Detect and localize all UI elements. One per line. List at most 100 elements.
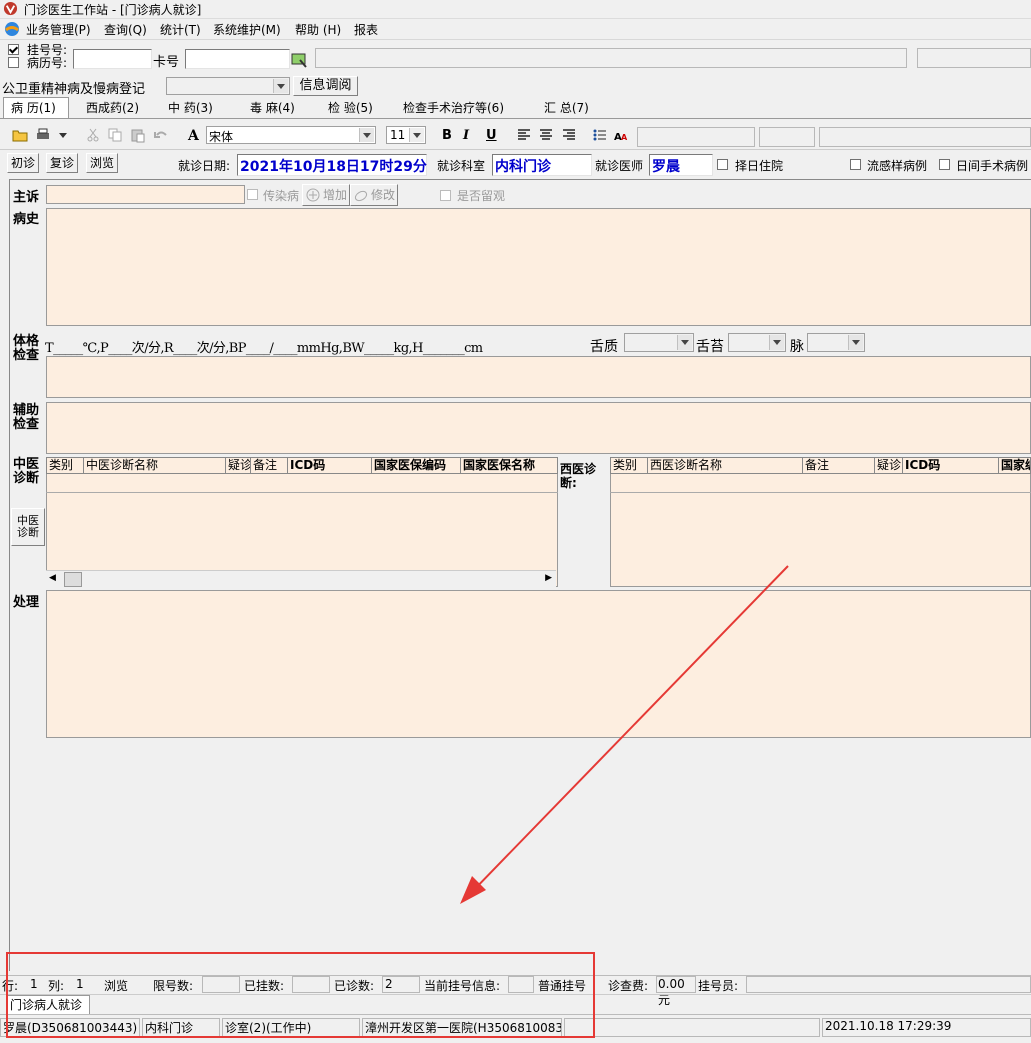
menu-bar: 业务管理(P) 查询(Q) 统计(T) 系统维护(M) 帮助 (H) 报表 (0, 19, 1031, 40)
card-label: 卡号 (153, 55, 180, 70)
tcm-col-category: 类别 (47, 458, 84, 473)
tcm-grid-header: 类别 中医诊断名称 疑诊 备注 ICD码 国家医保编码 国家医保名称 (46, 457, 558, 474)
tab-narcotics[interactable]: 毒 麻(4) (250, 99, 295, 117)
annotation-highlight-box (6, 952, 595, 1038)
cut-icon[interactable] (85, 127, 101, 143)
west-col-suspect: 疑诊 (877, 458, 903, 473)
flu-case-checkbox[interactable] (850, 159, 861, 170)
visit-doctor-value: 罗晨 (652, 159, 680, 175)
observe-label: 是否留观 (457, 189, 506, 203)
tcm-col-insurance-name: 国家医保名称 (463, 458, 536, 472)
tab-lab-tests[interactable]: 检 验(5) (328, 99, 373, 117)
menu-query[interactable]: 查询(Q) (104, 21, 147, 38)
copy-icon[interactable] (107, 127, 123, 143)
visit-dept-label: 就诊科室 (437, 159, 486, 173)
print-icon[interactable] (35, 127, 51, 143)
edit-icon (354, 190, 368, 202)
status-datetime-text: 2021.10.18 17:29:39 (825, 1019, 952, 1033)
pulse-dropdown[interactable] (807, 333, 865, 352)
gw-register-dropdown[interactable] (166, 77, 290, 95)
align-center-icon[interactable] (538, 127, 554, 143)
scroll-left-icon[interactable]: ◀ (49, 573, 56, 583)
west-col-national: 国家编 (1001, 458, 1030, 472)
history-textarea[interactable] (46, 208, 1031, 326)
chevron-down-icon (677, 335, 692, 350)
chevron-down-icon (359, 128, 374, 142)
toolbar-field-3 (819, 127, 1031, 147)
font-name-dropdown[interactable]: 宋体 (206, 126, 376, 144)
follow-up-button[interactable]: 复诊 (46, 153, 78, 173)
tab-summary[interactable]: 汇 总(7) (544, 99, 589, 117)
record-number-checkbox[interactable] (8, 57, 19, 68)
tab-chinese-medicine[interactable]: 中 药(3) (168, 99, 213, 117)
edit-complaint-button[interactable]: 修改 (350, 184, 398, 206)
tcm-empty-row[interactable] (46, 474, 558, 493)
coating-dropdown[interactable] (728, 333, 786, 352)
infectious-checkbox[interactable] (247, 189, 258, 200)
font-size-change-icon[interactable]: AA (614, 127, 630, 143)
bold-icon[interactable]: B (442, 128, 452, 143)
first-visit-button[interactable]: 初诊 (7, 153, 39, 173)
info-review-button[interactable]: 信息调阅 (293, 76, 358, 96)
font-size-value: 11 (390, 128, 406, 142)
card-number-input[interactable] (185, 49, 290, 69)
menu-report[interactable]: 报表 (354, 21, 378, 38)
open-folder-icon[interactable] (12, 127, 28, 143)
add-button-label: 增加 (322, 188, 347, 202)
tab-western-medicine[interactable]: 西成药(2) (86, 99, 139, 117)
observe-checkbox[interactable] (440, 190, 451, 201)
visit-dept-value: 内科门诊 (495, 159, 551, 175)
scroll-thumb[interactable] (64, 572, 82, 587)
menu-business[interactable]: 业务管理(P) (26, 21, 91, 38)
visit-date-field[interactable]: 2021年10月18日17时29分 (237, 154, 427, 176)
tcm-diagnosis-button[interactable]: 中医诊断 (11, 508, 45, 546)
status-fee-value: 0.00元 (656, 976, 696, 1007)
schedule-admission-label: 择日住院 (735, 159, 784, 173)
menu-system[interactable]: 系统维护(M) (213, 21, 281, 38)
physical-exam-textarea[interactable] (46, 356, 1031, 398)
underline-icon[interactable]: U (486, 128, 497, 143)
chevron-down-icon (848, 335, 863, 350)
visit-dept-field[interactable]: 内科门诊 (492, 154, 592, 176)
menu-help[interactable]: 帮助 (H) (295, 21, 341, 38)
day-surgery-label: 日间手术病例 (956, 159, 1029, 173)
record-number-label: 病历号: (27, 56, 68, 70)
status-spacer (564, 1018, 820, 1037)
chevron-down-icon (769, 335, 784, 350)
align-left-icon[interactable] (516, 127, 532, 143)
align-right-icon[interactable] (561, 127, 577, 143)
schedule-admission-checkbox[interactable] (717, 159, 728, 170)
print-dropdown-icon[interactable] (58, 127, 68, 143)
tab-medical-record[interactable]: 病 历(1) (11, 99, 56, 117)
bullet-list-icon[interactable] (592, 127, 608, 143)
gw-register-label: 公卫重精神病及慢病登记 (2, 82, 146, 97)
pulse-label: 脉 (790, 339, 804, 355)
west-col-icd: ICD码 (903, 458, 999, 473)
font-color-icon[interactable]: A (188, 128, 199, 144)
day-surgery-checkbox[interactable] (939, 159, 950, 170)
patient-number-input[interactable] (73, 49, 152, 69)
paste-icon[interactable] (130, 127, 146, 143)
aux-exam-label: 辅助检查 (13, 403, 40, 432)
tongue-label: 舌质 (590, 339, 618, 355)
physical-exam-label: 体格检查 (13, 334, 40, 363)
read-card-icon[interactable] (291, 51, 309, 69)
vitals-template[interactable]: T_____℃,P____次/分,R____次/分,BP____/____mmH… (45, 337, 483, 356)
add-complaint-button[interactable]: 增加 (302, 184, 350, 206)
tongue-dropdown[interactable] (624, 333, 694, 352)
status-registrar-label: 挂号员: (698, 979, 739, 993)
menu-statistics[interactable]: 统计(T) (160, 21, 201, 38)
browse-button[interactable]: 浏览 (86, 153, 118, 173)
western-empty-row[interactable] (610, 474, 1031, 493)
complaint-input[interactable] (46, 185, 245, 204)
reg-number-checkbox[interactable] (8, 44, 19, 55)
tab-exam-surgery[interactable]: 检查手术治疗等(6) (403, 99, 504, 117)
font-size-spinner[interactable]: 11 (386, 126, 426, 144)
tcm-col-insurance-code: 国家医保编码 (372, 458, 461, 473)
visit-doctor-field[interactable]: 罗晨 (649, 154, 713, 176)
add-icon (306, 188, 320, 202)
visit-date-value: 2021年10月18日17时29分 (240, 159, 427, 175)
undo-icon[interactable] (153, 127, 169, 143)
aux-exam-textarea[interactable] (46, 402, 1031, 454)
italic-icon[interactable]: I (463, 128, 469, 143)
